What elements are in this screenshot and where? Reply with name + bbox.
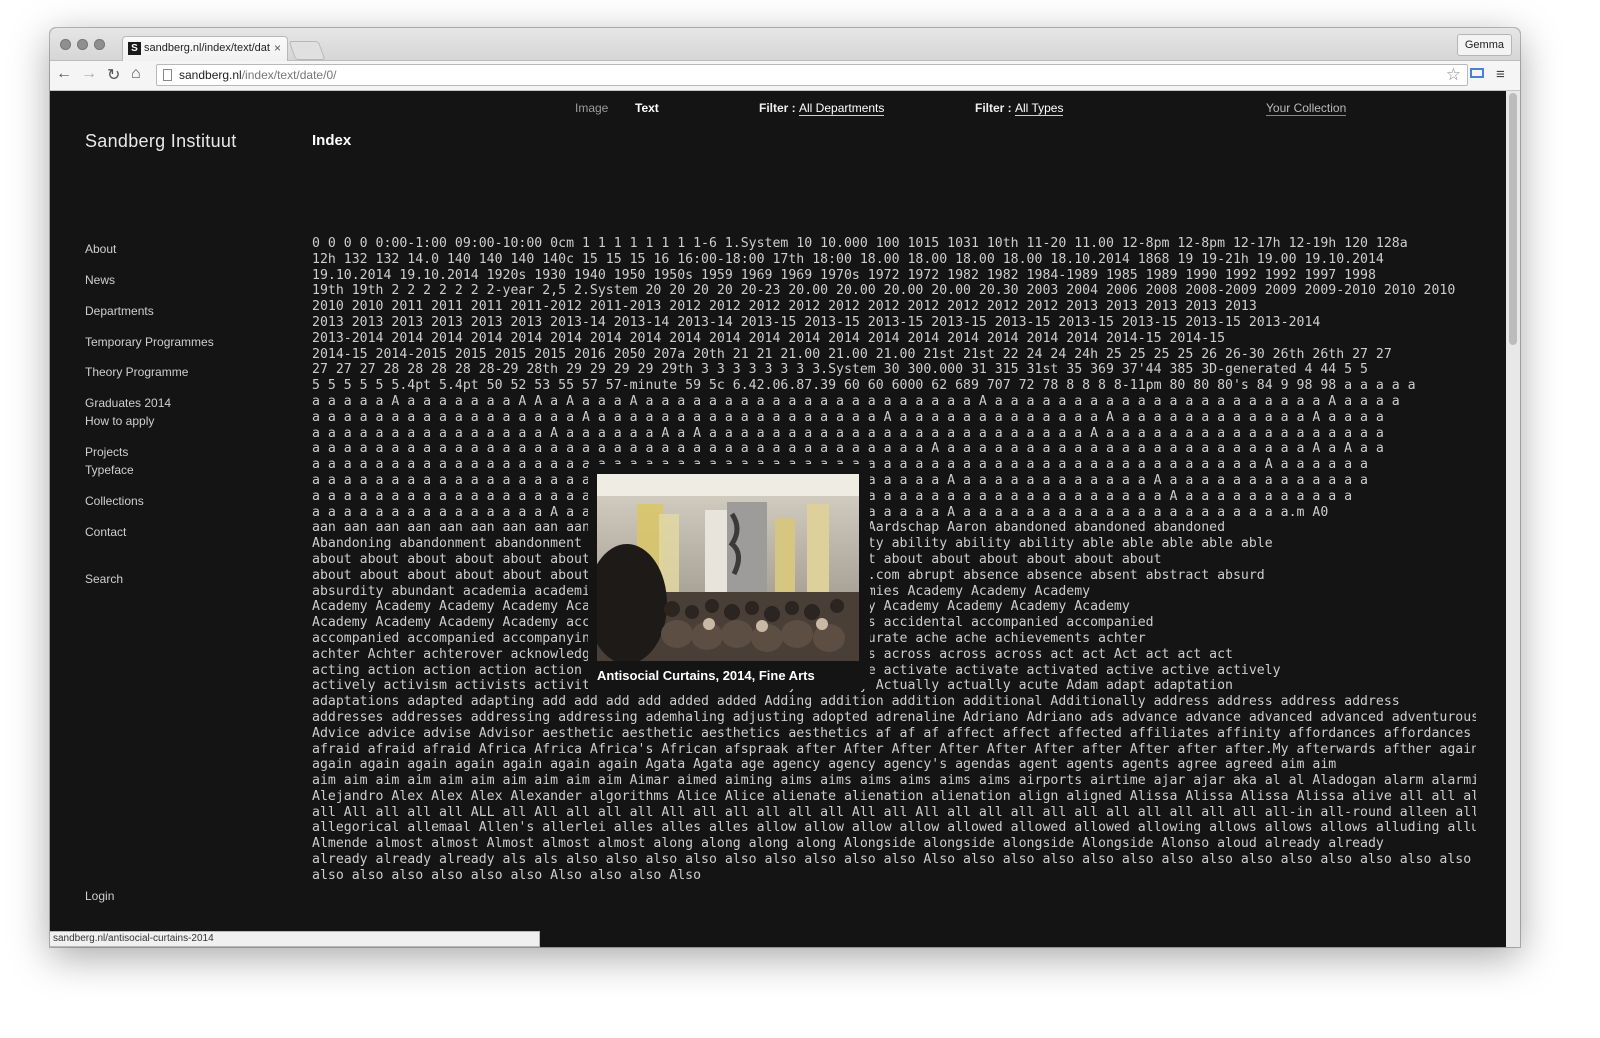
- index-line[interactable]: addresses addresses addressing addressin…: [312, 710, 1476, 726]
- index-line[interactable]: about about about about about about abou…: [312, 568, 1476, 584]
- url-text[interactable]: sandberg.nl/index/text/date/0/: [179, 68, 336, 82]
- login-link[interactable]: Login: [85, 889, 114, 903]
- nav-news[interactable]: News: [85, 273, 115, 287]
- filter-label: Filter :: [759, 101, 796, 115]
- index-line[interactable]: a a a a a a a a a a a a a a a a a a a a …: [312, 473, 1476, 489]
- browser-toolbar: ← → ↻ ⌂ sandberg.nl/index/text/date/0/ ☆…: [50, 61, 1520, 91]
- index-line[interactable]: allegorical allemaal Allen's allerlei al…: [312, 820, 1476, 836]
- nav-departments[interactable]: Departments: [85, 304, 154, 318]
- close-window-button[interactable]: [60, 39, 71, 50]
- index-line[interactable]: accompanied accompanied accompanying acc…: [312, 631, 1476, 647]
- view-text-link[interactable]: Text: [635, 101, 659, 115]
- url-host: sandberg.nl: [179, 68, 242, 82]
- cast-icon[interactable]: [1470, 68, 1484, 78]
- tab-title: sandberg.nl/index/text/date: [144, 42, 270, 54]
- back-arrow-icon[interactable]: ←: [56, 65, 72, 83]
- index-line[interactable]: a a a a a a a a a a a a a a a a a A a a …: [312, 410, 1476, 426]
- site-favicon-icon: S: [128, 42, 141, 55]
- site-logo[interactable]: Sandberg Instituut: [85, 131, 237, 152]
- index-line[interactable]: Academy Academy Academy Academy accepted…: [312, 615, 1476, 631]
- index-line[interactable]: 2013-2014 2014 2014 2014 2014 2014 2014 …: [312, 331, 1476, 347]
- view-image-link[interactable]: Image: [575, 101, 608, 115]
- index-line[interactable]: 27 27 27 28 28 28 28 28-29 28th 29 29 29…: [312, 362, 1476, 378]
- index-line[interactable]: 19.10.2014 19.10.2014 1920s 1930 1940 19…: [312, 268, 1476, 284]
- index-line[interactable]: a a a a a a a a a a a a a a a A a a a a …: [312, 505, 1476, 521]
- index-line[interactable]: absurdity abundant academia academic Aca…: [312, 584, 1476, 600]
- star-icon[interactable]: ☆: [1446, 65, 1461, 85]
- nav-graduates-2014[interactable]: Graduates 2014: [85, 396, 171, 410]
- word-index: 0 0 0 0 0:00-1:00 09:00-10:00 0cm 1 1 1 …: [312, 236, 1476, 886]
- index-line[interactable]: Almende almost almost Almost almost almo…: [312, 836, 1476, 852]
- zoom-window-button[interactable]: [94, 39, 105, 50]
- profile-button[interactable]: Gemma: [1456, 34, 1512, 56]
- nav-typeface[interactable]: Typeface: [85, 463, 134, 477]
- close-tab-icon[interactable]: ×: [274, 41, 281, 55]
- index-line[interactable]: a a a a a a a a a a a a a a a A a a a a …: [312, 426, 1476, 442]
- minimize-window-button[interactable]: [77, 39, 88, 50]
- exhibition-photo-icon: [597, 474, 859, 661]
- nav-how-to-apply[interactable]: How to apply: [85, 414, 154, 428]
- index-line[interactable]: Academy Academy Academy Academy Academy …: [312, 599, 1476, 615]
- index-line[interactable]: Abandoning abandonment abandonment aband…: [312, 536, 1476, 552]
- page-scrollbar[interactable]: [1506, 91, 1520, 947]
- index-line[interactable]: also also also also also also Also also …: [312, 868, 1476, 884]
- index-line[interactable]: 2010 2010 2011 2011 2011 2011-2012 2011-…: [312, 299, 1476, 315]
- index-line[interactable]: actively activism activists activities a…: [312, 678, 1476, 694]
- index-line[interactable]: a a a a a a a a a a a a a a a a a a a a …: [312, 441, 1476, 457]
- index-line[interactable]: aim aim aim aim aim aim aim aim aim aim …: [312, 773, 1476, 789]
- status-bar: sandberg.nl/antisocial-curtains-2014: [50, 931, 540, 947]
- index-line[interactable]: acting action action action action act a…: [312, 663, 1476, 679]
- preview-caption[interactable]: Antisocial Curtains, 2014, Fine Arts: [597, 668, 815, 683]
- index-line[interactable]: again again again again again again agai…: [312, 757, 1476, 773]
- nav-projects[interactable]: Projects: [85, 445, 128, 459]
- filter-types-dropdown[interactable]: All Types: [1015, 101, 1064, 116]
- index-line[interactable]: about about about about about about abou…: [312, 552, 1476, 568]
- filter-types: Filter : All Types: [975, 101, 1064, 116]
- your-collection-link[interactable]: Your Collection: [1266, 101, 1347, 116]
- index-line[interactable]: all All all all all ALL all All all all …: [312, 805, 1476, 821]
- nav-about[interactable]: About: [85, 242, 116, 256]
- index-line[interactable]: 12h 132 132 14.0 140 140 140 140c 15 15 …: [312, 252, 1476, 268]
- browser-window: S sandberg.nl/index/text/date × Gemma ← …: [50, 28, 1520, 947]
- index-line[interactable]: Advice advice advise Advisor aesthetic a…: [312, 726, 1476, 742]
- new-tab-button[interactable]: [288, 41, 326, 60]
- page-icon: [163, 69, 172, 81]
- index-line[interactable]: 5 5 5 5 5 5.4pt 5.4pt 50 52 53 55 57 57-…: [312, 378, 1476, 394]
- forward-arrow-icon[interactable]: →: [81, 65, 97, 83]
- address-bar[interactable]: sandberg.nl/index/text/date/0/ ☆: [156, 64, 1468, 86]
- url-path: /index/text/date/0/: [241, 68, 337, 82]
- browser-tab[interactable]: S sandberg.nl/index/text/date ×: [122, 36, 288, 61]
- index-line[interactable]: 0 0 0 0 0:00-1:00 09:00-10:00 0cm 1 1 1 …: [312, 236, 1476, 252]
- index-line[interactable]: 2013 2013 2013 2013 2013 2013 2013-14 20…: [312, 315, 1476, 331]
- scrollbar-thumb[interactable]: [1509, 93, 1517, 345]
- index-line[interactable]: achter Achter achterover acknowledge acq…: [312, 647, 1476, 663]
- filter-departments-dropdown[interactable]: All Departments: [799, 101, 885, 116]
- index-line[interactable]: adaptations adapted adapting add add add…: [312, 694, 1476, 710]
- nav-theory-programme[interactable]: Theory Programme: [85, 365, 188, 379]
- home-icon[interactable]: ⌂: [131, 65, 141, 83]
- index-line[interactable]: Alejandro Alex Alex Alex Alexander algor…: [312, 789, 1476, 805]
- tab-strip: S sandberg.nl/index/text/date × Gemma: [50, 28, 1520, 61]
- nav-contact[interactable]: Contact: [85, 525, 126, 539]
- nav-collections[interactable]: Collections: [85, 494, 144, 508]
- index-line[interactable]: a a a a a a a a a a a a a a a a a a a a …: [312, 489, 1476, 505]
- index-line[interactable]: a a a a a A a a a a a a a A A a A a a a …: [312, 394, 1476, 410]
- index-line[interactable]: afraid afraid afraid Africa Africa Afric…: [312, 742, 1476, 758]
- index-line[interactable]: 19th 19th 2 2 2 2 2 2 2-year 2,5 2.Syste…: [312, 283, 1476, 299]
- hamburger-menu-icon[interactable]: ≡: [1496, 66, 1505, 83]
- nav-search[interactable]: Search: [85, 572, 123, 586]
- preview-photo[interactable]: [597, 474, 859, 661]
- index-line[interactable]: 2014-15 2014-2015 2015 2015 2015 2016 20…: [312, 347, 1476, 363]
- page-content: Image Text Filter : All Departments Filt…: [50, 91, 1520, 947]
- reload-icon[interactable]: ↻: [107, 65, 120, 85]
- page-title: Index: [312, 132, 352, 149]
- filter-label: Filter :: [975, 101, 1012, 115]
- index-line[interactable]: aan aan aan aan aan aan aan aan aan aan …: [312, 520, 1476, 536]
- filter-departments: Filter : All Departments: [759, 101, 885, 116]
- index-line[interactable]: already already already als als also als…: [312, 852, 1476, 868]
- index-line[interactable]: a a a a a a a a a a a a a a a a a a a a …: [312, 457, 1476, 473]
- nav-temporary-programmes[interactable]: Temporary Programmes: [85, 335, 214, 349]
- hover-preview[interactable]: Antisocial Curtains, 2014, Fine Arts: [588, 464, 870, 689]
